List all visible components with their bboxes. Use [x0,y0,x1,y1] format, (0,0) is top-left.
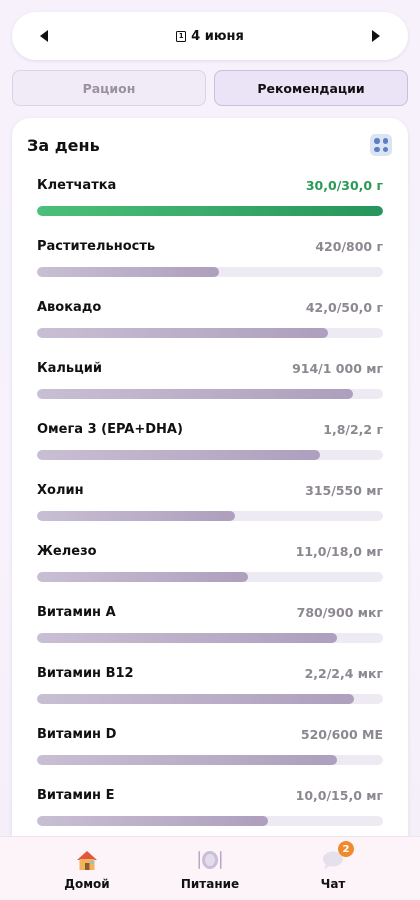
nutrient-progress-fill [37,206,383,216]
nav-home[interactable]: Домой [52,837,122,900]
nutrient-name: Витамин B12 [37,666,134,681]
nutrient-row: Омега 3 (EPA+DHA) 1,8/2,2 г [37,422,383,470]
nutrient-progress-track [37,450,383,460]
nutrient-progress-track [37,206,383,216]
bottom-navigation: Домой Питание 2 Чат [0,836,420,900]
nutrient-progress-track [37,816,383,826]
current-date[interactable]: 1 4 июня [176,29,244,44]
prev-day-button[interactable] [34,26,54,46]
date-navigator: 1 4 июня [12,12,408,60]
chat-unread-badge: 2 [338,841,354,857]
nutrient-progress-fill [37,694,355,704]
grid-view-icon[interactable] [370,134,392,156]
nutrient-value: 780/900 мкг [296,605,383,620]
nutrient-row: Растительность 420/800 г [37,239,383,287]
nutrient-value: 2,2/2,4 мкг [304,666,383,681]
nutrient-name: Кальций [37,361,102,376]
nutrient-value: 30,0/30,0 г [305,178,383,193]
tab-ration[interactable]: Рацион [12,70,206,106]
view-tabs: Рацион Рекомендации [12,70,408,106]
nutrient-name: Омега 3 (EPA+DHA) [37,422,183,437]
nutrient-progress-track [37,572,383,582]
nutrient-row: Холин 315/550 мг [37,483,383,531]
nutrient-progress-fill [37,816,268,826]
nutrient-progress-fill [37,389,354,399]
nutrient-progress-fill [37,450,321,460]
nutrient-value: 520/600 МЕ [300,727,383,742]
nutrient-progress-track [37,755,383,765]
nutrient-progress-fill [37,633,337,643]
nutrient-name: Витамин E [37,788,115,803]
nutrient-name: Холин [37,483,84,498]
arrow-left-icon [40,30,48,42]
nutrient-name: Железо [37,544,97,559]
nav-nutrition[interactable]: Питание [175,837,245,900]
nav-chat-label: Чат [320,877,346,891]
nutrient-name: Растительность [37,239,156,254]
nutrient-name: Клетчатка [37,178,117,193]
nutrient-row: Железо 11,0/18,0 мг [37,544,383,592]
nutrient-row: Кальций 914/1 000 мг [37,361,383,409]
nutrient-value: 315/550 мг [305,483,383,498]
nutrient-value: 10,0/15,0 мг [295,788,383,803]
nutrient-value: 1,8/2,2 г [323,422,383,437]
nav-nutrition-label: Питание [180,877,240,891]
nutrient-progress-track [37,267,383,277]
next-day-button[interactable] [366,26,386,46]
nutrient-row: Витамин E 10,0/15,0 мг [37,788,383,836]
nutrient-progress-fill [37,511,236,521]
nutrient-row: Авокадо 42,0/50,0 г [37,300,383,348]
nutrient-row: Клетчатка 30,0/30,0 г [37,178,383,226]
daily-summary-card: За день Клетчатка 30,0/30,0 г Растительнос… [12,118,408,878]
nutrient-value: 42,0/50,0 г [305,300,383,315]
plate-icon [197,849,223,871]
nutrient-value: 11,0/18,0 мг [295,544,383,559]
nutrient-progress-fill [37,328,328,338]
nutrient-name: Витамин D [37,727,117,742]
nutrient-row: Витамин A 780/900 мкг [37,605,383,653]
nutrient-value: 420/800 г [315,239,383,254]
nutrient-progress-fill [37,267,219,277]
nutrient-progress-track [37,511,383,521]
house-icon [74,849,100,871]
date-label: 4 июня [191,28,244,44]
nutrient-name: Витамин A [37,605,116,620]
nutrient-name: Авокадо [37,300,102,315]
nutrient-row: Витамин B12 2,2/2,4 мкг [37,666,383,714]
arrow-right-icon [372,30,380,42]
nutrient-value: 914/1 000 мг [292,361,383,376]
nav-chat[interactable]: 2 Чат [298,837,368,900]
card-title: За день [27,136,100,155]
nutrient-progress-fill [37,755,337,765]
chat-bubble-icon: 2 [320,841,354,871]
calendar-icon: 1 [176,30,187,42]
nutrient-row: Витамин D 520/600 МЕ [37,727,383,775]
tab-recommendations[interactable]: Рекомендации [214,70,408,106]
nutrient-progress-fill [37,572,249,582]
nav-home-label: Домой [64,877,110,891]
nutrient-progress-track [37,328,383,338]
nutrient-progress-track [37,389,383,399]
nutrient-progress-track [37,694,383,704]
nutrient-progress-track [37,633,383,643]
